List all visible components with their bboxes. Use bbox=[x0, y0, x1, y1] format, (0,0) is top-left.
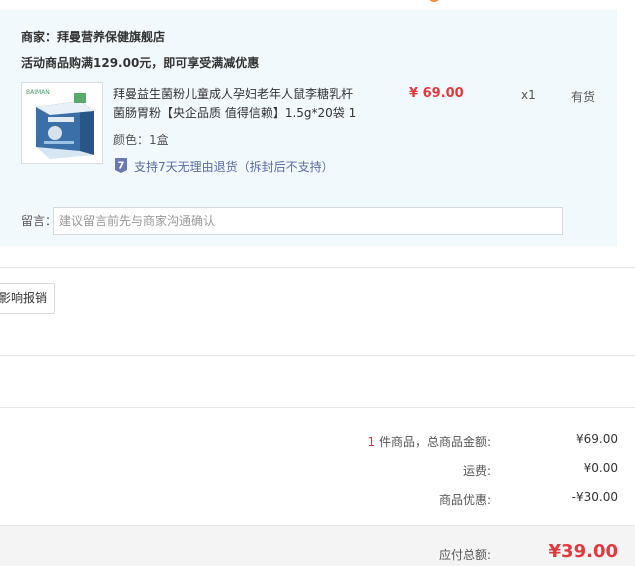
goods-count: 1 bbox=[367, 435, 376, 449]
total-amount: ¥39.00 bbox=[548, 541, 618, 562]
discount-label: 商品优惠: bbox=[438, 493, 491, 507]
promo-text: 活动商品购满129.00元，即可享受满减优惠 bbox=[21, 56, 260, 70]
seven-day-return-icon: 7 bbox=[113, 157, 129, 173]
shipping-amount: ¥0.00 bbox=[583, 461, 618, 475]
shop-label: 商家： bbox=[21, 30, 58, 44]
product-box-image: BAIMAN bbox=[22, 83, 102, 163]
shop-name[interactable]: 拜曼营养保健旗舰店 bbox=[57, 30, 165, 44]
product-title[interactable]: 拜曼益生菌粉儿童成人孕妇老年人鼠李糖乳杆菌肠胃粉【央企品质 值得信赖】1.5g*… bbox=[113, 85, 363, 123]
product-price: ¥ 69.00 bbox=[409, 86, 464, 101]
decorative-dot bbox=[428, 0, 440, 2]
total-label: 应付总额: bbox=[438, 548, 491, 562]
goods-count-suffix: 件商品，总商品金额: bbox=[375, 435, 491, 449]
stock-status: 有货 bbox=[571, 90, 596, 104]
divider bbox=[0, 407, 635, 408]
svg-text:BAIMAN: BAIMAN bbox=[26, 89, 50, 96]
memo-label: 留言： bbox=[21, 214, 58, 228]
divider bbox=[0, 267, 635, 268]
goods-amount: ¥69.00 bbox=[576, 432, 618, 446]
goods-count-label: 1 件商品，总商品金额: bbox=[368, 433, 492, 450]
product-image[interactable]: BAIMAN bbox=[21, 82, 103, 164]
svg-text:7: 7 bbox=[118, 161, 125, 172]
discount-amount: -¥30.00 bbox=[571, 490, 618, 504]
memo-input[interactable] bbox=[53, 207, 563, 235]
return-policy-text[interactable]: 支持7天无理由退货（拆封后不支持） bbox=[134, 158, 334, 175]
product-color: 颜色：1盒 bbox=[113, 133, 169, 147]
shop-name-row: 商家：拜曼营养保健旗舰店 bbox=[21, 28, 165, 45]
shipping-label: 运费: bbox=[462, 464, 491, 478]
total-bar bbox=[0, 525, 635, 566]
product-quantity: x1 bbox=[521, 88, 536, 102]
invoice-report-button[interactable]: 影响报销 bbox=[0, 283, 55, 314]
divider bbox=[0, 355, 635, 356]
